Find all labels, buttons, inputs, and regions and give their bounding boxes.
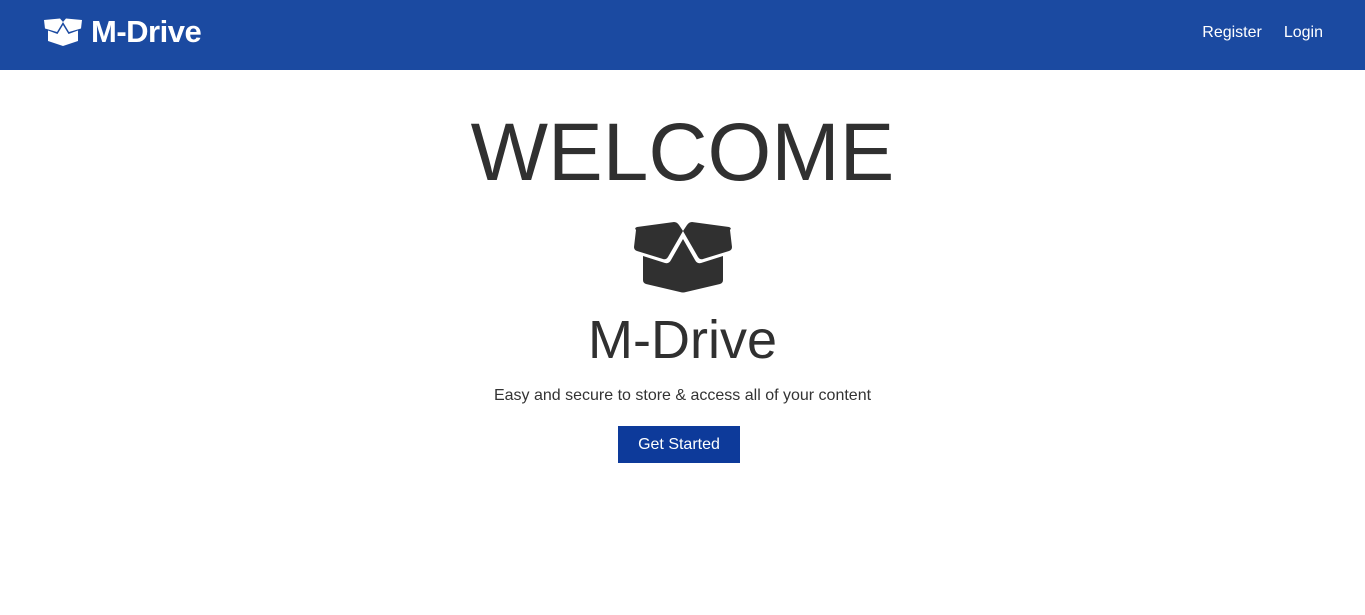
- get-started-button[interactable]: Get Started: [618, 426, 740, 463]
- nav-links: Register Login: [1180, 20, 1323, 46]
- login-link[interactable]: Login: [1284, 20, 1323, 46]
- register-link[interactable]: Register: [1202, 20, 1262, 46]
- top-navbar: M-Drive Register Login: [0, 0, 1365, 70]
- brand-link[interactable]: M-Drive: [43, 14, 202, 50]
- hero-tagline: Easy and secure to store & access all of…: [493, 387, 872, 404]
- box-open-icon: [43, 17, 83, 47]
- welcome-heading: WELCOME: [470, 107, 895, 198]
- box-open-icon: [632, 220, 734, 294]
- brand-name: M-Drive: [91, 14, 202, 49]
- hero-title: M-Drive: [588, 310, 777, 370]
